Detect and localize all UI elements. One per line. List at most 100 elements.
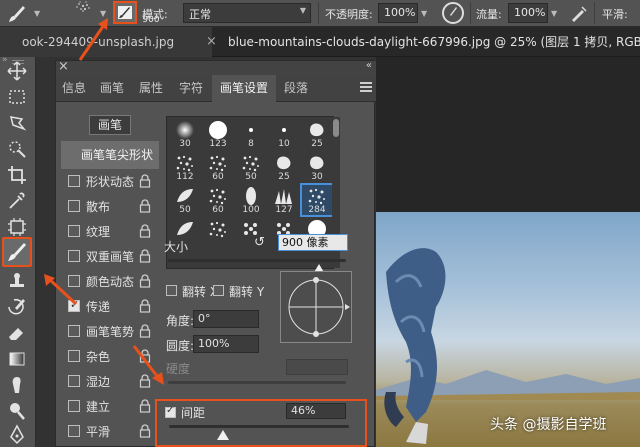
flow-caret-icon[interactable]: ▼ [551, 9, 557, 18]
brush-preset[interactable]: 123 [203, 119, 233, 149]
history-brush-icon[interactable] [5, 295, 29, 319]
brush-option-row[interactable]: 纹理 [66, 221, 154, 241]
dodge-icon[interactable] [5, 399, 29, 423]
brush-preset[interactable]: 60 [203, 185, 233, 215]
size-slider[interactable] [168, 259, 346, 262]
brushes-button[interactable]: 画笔 [89, 115, 131, 135]
brush-preset[interactable]: 50 [170, 185, 200, 215]
pen-icon[interactable] [5, 423, 29, 447]
angle-roundness-widget[interactable] [280, 271, 352, 343]
opacity-field[interactable]: 100% [378, 3, 418, 23]
pressure-opacity-icon[interactable] [442, 2, 464, 24]
spacing-checkbox[interactable] [165, 405, 176, 418]
brush-option-row[interactable]: 双重画笔 [66, 246, 154, 266]
brush-preset[interactable]: 25 [269, 152, 299, 182]
lock-icon[interactable] [139, 399, 151, 413]
airbrush-icon[interactable] [568, 4, 588, 24]
scrollbar-thumb[interactable] [333, 119, 339, 137]
brush-preset[interactable]: 30 [170, 119, 200, 149]
brush-settings-toggle-button[interactable] [113, 1, 137, 24]
tool-preset-caret-icon[interactable]: ▼ [34, 9, 40, 18]
lasso-icon[interactable] [5, 111, 29, 135]
spacing-section: 间距 46% [155, 399, 367, 447]
lock-icon[interactable] [139, 299, 151, 313]
panel-collapse-icon[interactable]: « [366, 60, 372, 71]
lock-icon[interactable] [139, 274, 151, 288]
mode-select[interactable]: 正常 ▼ [183, 3, 311, 23]
reset-size-icon[interactable]: ↺ [254, 235, 265, 250]
eyedropper-icon[interactable] [5, 189, 29, 213]
option-checkbox[interactable] [68, 325, 80, 337]
tab-properties[interactable]: 属性 [132, 75, 170, 102]
option-checkbox[interactable] [68, 350, 80, 362]
tab-brush-settings[interactable]: 画笔设置 [212, 75, 276, 102]
opacity-caret-icon[interactable]: ▼ [421, 9, 427, 18]
lock-icon[interactable] [139, 424, 151, 438]
frame-icon[interactable] [5, 215, 29, 239]
spacing-slider[interactable] [169, 425, 349, 428]
lock-icon[interactable] [139, 199, 151, 213]
brush-preset[interactable] [203, 218, 233, 248]
lock-icon[interactable] [139, 249, 151, 263]
flip-x-box[interactable] [166, 285, 177, 296]
angle-input[interactable]: 0° [193, 310, 259, 328]
brush-tip-icon [308, 188, 325, 205]
option-label: 双重画笔 [86, 250, 135, 264]
tab-character[interactable]: 字符 [172, 75, 210, 102]
panel-close-icon[interactable]: × [58, 59, 69, 74]
brush-preset[interactable]: 8 [236, 119, 266, 149]
brush-icon[interactable] [2, 237, 32, 267]
preset-size: 50 [179, 205, 191, 215]
option-checkbox[interactable] [68, 425, 80, 437]
spacing-input[interactable]: 46% [286, 403, 346, 419]
brush-preset[interactable]: 30 [302, 152, 332, 182]
brush-tip-icon [246, 187, 256, 205]
marquee-icon[interactable] [5, 85, 29, 109]
gradient-icon[interactable] [5, 347, 29, 371]
brush-option-row[interactable]: 平滑 [66, 421, 154, 441]
eraser-icon[interactable] [5, 321, 29, 345]
size-input[interactable]: 900 像素 [278, 234, 348, 251]
lock-icon[interactable] [139, 174, 151, 188]
option-checkbox[interactable] [68, 400, 80, 412]
flow-field[interactable]: 100% [508, 3, 548, 23]
brush-option-row[interactable]: 散布 [66, 196, 154, 216]
document-tab-2[interactable]: blue-mountains-clouds-daylight-667996.jp… [224, 27, 640, 57]
lock-icon[interactable] [139, 324, 151, 338]
tab-paragraph[interactable]: 段落 [278, 75, 314, 102]
flip-y-box[interactable] [213, 285, 224, 296]
brush-preset[interactable]: 284 [300, 183, 334, 217]
option-checkbox[interactable] [68, 175, 80, 187]
brush-option-row[interactable]: 形状动态 [66, 171, 154, 191]
brush-tip-shape-item[interactable]: 画笔笔尖形状 [61, 141, 159, 169]
brush-tool-icon[interactable] [7, 4, 27, 27]
tab-info[interactable]: 信息 [56, 75, 92, 102]
spacing-slider-thumb[interactable] [217, 430, 229, 440]
crop-icon[interactable] [5, 163, 29, 187]
tab-close-icon[interactable]: × [206, 27, 217, 57]
brush-preset[interactable]: 10 [269, 119, 299, 149]
brush-preset[interactable]: 50 [236, 152, 266, 182]
option-checkbox[interactable] [68, 250, 80, 262]
lock-icon[interactable] [139, 224, 151, 238]
brush-preset[interactable]: 100 [236, 185, 266, 215]
panel-menu-icon[interactable] [360, 82, 372, 94]
brush-option-row[interactable]: 画笔笔势 [66, 321, 154, 341]
brush-preset[interactable]: 60 [203, 152, 233, 182]
roundness-input[interactable]: 100% [193, 335, 259, 353]
move-icon[interactable] [5, 59, 29, 83]
brush-preset[interactable]: 127 [269, 185, 299, 215]
preset-size: 30 [311, 172, 323, 182]
option-checkbox[interactable] [68, 375, 80, 387]
option-checkbox[interactable] [68, 225, 80, 237]
stamp-icon[interactable] [5, 269, 29, 293]
option-checkbox[interactable] [68, 200, 80, 212]
brush-preset[interactable]: 25 [302, 119, 332, 149]
brush-tip-icon [209, 188, 226, 205]
smudge-icon[interactable] [5, 373, 29, 397]
tab-brushes[interactable]: 画笔 [94, 75, 130, 102]
quick-select-icon[interactable] [5, 137, 29, 161]
divider [470, 2, 471, 24]
brush-option-row[interactable]: 建立 [66, 396, 154, 416]
brush-preset[interactable]: 112 [170, 152, 200, 182]
